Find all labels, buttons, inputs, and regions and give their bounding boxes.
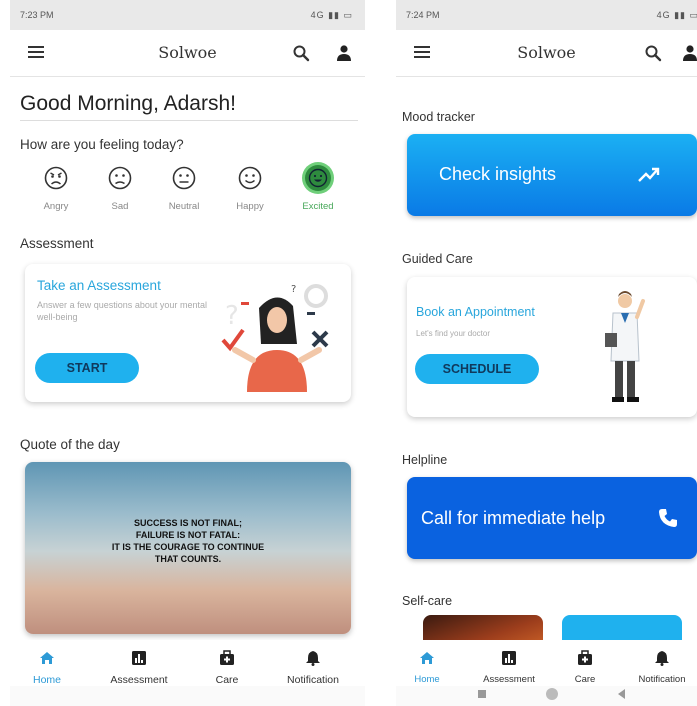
nav-label: Assessment	[110, 674, 168, 686]
mood-neutral[interactable]: Neutral	[160, 165, 208, 212]
assessment-icon	[132, 651, 146, 665]
check-insights-label: Check insights	[439, 164, 557, 184]
greeting-text: Good Morning, Adarsh!	[20, 92, 236, 115]
mood-tracker-section-title: Mood tracker	[402, 110, 475, 124]
call-help-button[interactable]: Call for immediate help	[407, 477, 697, 559]
quote-line: IT IS THE COURAGE TO CONTINUE	[111, 542, 265, 552]
sad-face-icon	[108, 166, 132, 190]
status-indicators: 4G ▮▮ ▭	[310, 10, 353, 20]
nav-assessment[interactable]: Assessment	[474, 650, 544, 685]
thinking-woman-illustration: ? ?	[221, 284, 329, 392]
mood-question: How are you feeling today?	[20, 137, 184, 152]
status-bar: 7:24 PM 4G ▮▮ ▭	[396, 0, 697, 30]
nav-assessment[interactable]: Assessment	[100, 650, 178, 686]
assessment-description: Answer a few questions about your mental…	[37, 300, 207, 322]
call-help-label: Call for immediate help	[421, 508, 606, 528]
system-navigation-bar	[10, 686, 365, 706]
quote-line: FAILURE IS NOT FATAL:	[135, 530, 241, 540]
nav-notification[interactable]: Notification	[630, 650, 694, 685]
bottom-navigation: Home Assessment Care Notification	[10, 640, 365, 686]
app-bar: Solwoe	[396, 30, 697, 77]
quote-card[interactable]: SUCCESS IS NOT FINAL; FAILURE IS NOT FAT…	[25, 462, 351, 634]
bottom-navigation: Home Assessment Care Notification	[396, 640, 697, 686]
home-icon	[40, 652, 54, 664]
quote-section-title: Quote of the day	[20, 437, 120, 452]
app-title: Solwoe	[158, 43, 217, 62]
quote-text: SUCCESS IS NOT FINAL; FAILURE IS NOT FAT…	[25, 517, 351, 565]
nav-label: Care	[574, 674, 596, 685]
assessment-card-title: Take an Assessment	[37, 278, 161, 293]
check-insights-button[interactable]: Check insights	[407, 134, 697, 216]
nav-label: Home	[32, 674, 61, 686]
nav-label: Care	[215, 674, 239, 686]
excited-face-icon	[305, 165, 331, 191]
nav-care[interactable]: Care	[210, 650, 244, 686]
svg-text:?: ?	[291, 284, 296, 295]
person-icon[interactable]	[336, 44, 352, 62]
guided-care-section-title: Guided Care	[402, 252, 473, 266]
assessment-section-title: Assessment	[20, 236, 94, 251]
mood-excited[interactable]: Excited	[294, 165, 342, 212]
medical-bag-icon	[220, 650, 234, 665]
happy-face-icon	[238, 166, 262, 190]
mood-label: Sad	[111, 201, 129, 212]
nav-care[interactable]: Care	[570, 650, 600, 685]
mood-happy[interactable]: Happy	[226, 165, 274, 212]
mood-sad[interactable]: Sad	[96, 165, 144, 212]
trend-up-icon	[638, 167, 660, 182]
home-screen-right: 7:24 PM 4G ▮▮ ▭ Solwoe Mood tracker Chec…	[396, 0, 697, 706]
neutral-face-icon	[172, 166, 196, 190]
svg-text:?: ?	[225, 301, 239, 331]
bell-icon	[655, 651, 669, 666]
quote-line: THAT COUNTS.	[154, 554, 222, 564]
assessment-card[interactable]: Take an Assessment Answer a few question…	[25, 264, 351, 402]
appointment-subtitle: Let's find your doctor	[416, 329, 491, 338]
mood-label: Neutral	[168, 201, 200, 212]
phone-icon	[659, 509, 677, 527]
mood-angry[interactable]: Angry	[32, 165, 80, 212]
mood-label: Excited	[302, 201, 334, 212]
nav-home[interactable]: Home	[30, 650, 64, 686]
status-time: 7:23 PM	[20, 10, 54, 20]
mood-label: Angry	[43, 201, 69, 212]
doctor-illustration	[605, 291, 645, 402]
nav-label: Notification	[287, 674, 339, 686]
start-button[interactable]: START	[35, 353, 139, 383]
status-indicators: 4G ▮▮ ▭	[656, 10, 697, 20]
back-button[interactable]	[618, 689, 625, 699]
medical-bag-icon	[578, 650, 592, 665]
divider	[20, 120, 358, 121]
app-bar: Solwoe	[10, 30, 365, 77]
nav-notification[interactable]: Notification	[276, 650, 350, 686]
home-system-button[interactable]	[546, 688, 558, 700]
system-navigation-bar	[396, 686, 697, 706]
self-care-section-title: Self-care	[402, 594, 453, 608]
nav-label: Home	[414, 674, 440, 685]
assessment-icon	[502, 651, 516, 665]
bell-icon	[306, 651, 320, 666]
status-bar: 7:23 PM 4G ▮▮ ▭	[10, 0, 365, 30]
nav-label: Assessment	[483, 674, 535, 685]
schedule-button[interactable]: SCHEDULE	[415, 354, 539, 384]
angry-face-icon	[44, 166, 68, 190]
appointment-card-title: Book an Appointment	[416, 305, 535, 319]
mood-label: Happy	[236, 201, 264, 212]
helpline-section-title: Helpline	[402, 453, 448, 467]
recents-button[interactable]	[478, 690, 486, 698]
home-screen-left: 7:23 PM 4G ▮▮ ▭ Solwoe Good Morning, Ada…	[10, 0, 365, 706]
quote-line: SUCCESS IS NOT FINAL;	[133, 518, 242, 528]
person-icon[interactable]	[682, 44, 697, 62]
search-icon[interactable]	[644, 44, 662, 62]
nav-home[interactable]: Home	[410, 650, 444, 685]
search-icon[interactable]	[292, 44, 310, 62]
status-time: 7:24 PM	[406, 10, 440, 20]
home-icon	[420, 652, 434, 664]
appointment-card[interactable]: Book an Appointment Let's find your doct…	[407, 277, 697, 417]
nav-label: Notification	[638, 674, 686, 685]
